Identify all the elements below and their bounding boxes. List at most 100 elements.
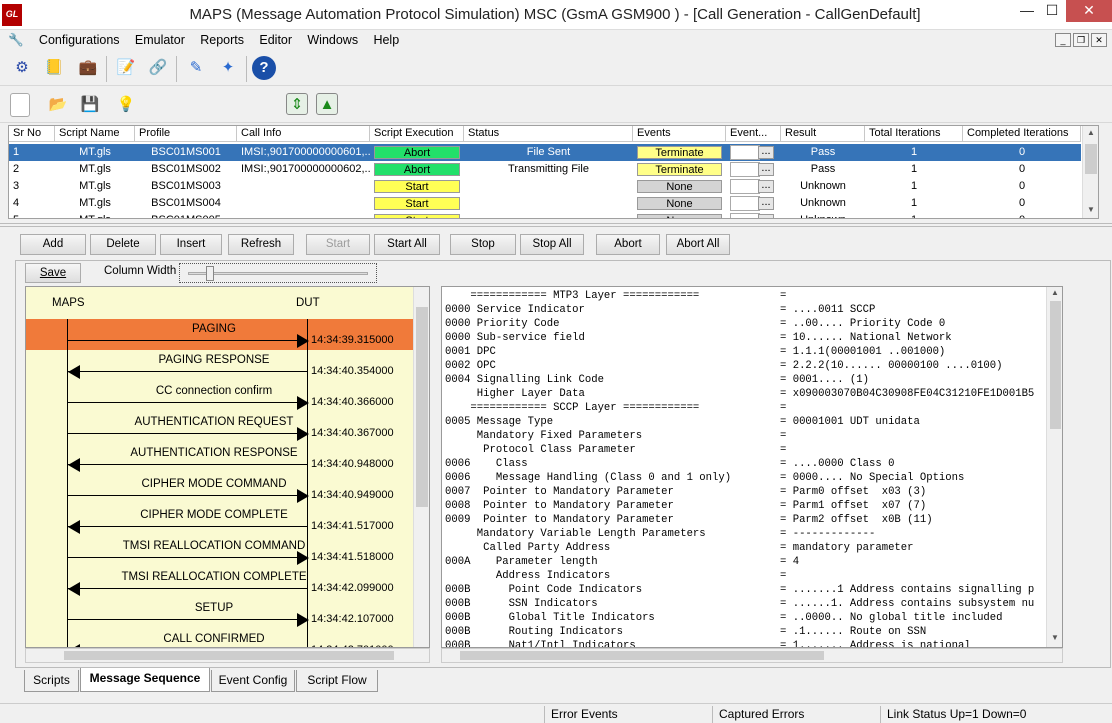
start-all-button[interactable]: Start All [374, 234, 440, 255]
decode-field-name[interactable]: 0008 Pointer to Mandatory Parameter [445, 499, 674, 513]
cell-total[interactable]: 1 [865, 178, 963, 195]
captured-errors-status[interactable]: Captured Errors [712, 706, 880, 723]
event-value-field[interactable] [730, 196, 760, 211]
link-icon[interactable]: 🔗 [146, 56, 170, 80]
sequence-message-row[interactable]: SETUP 14:34:42.107000 [26, 598, 416, 629]
sequence-message-row[interactable]: CC connection confirm 14:34:40.366000 [26, 381, 416, 412]
decode-field-name[interactable]: 000A Parameter length [445, 555, 598, 569]
grid-vertical-scrollbar[interactable]: ▲ ▼ [1082, 126, 1098, 218]
event-browse-button[interactable]: ... [758, 180, 774, 193]
cell-script[interactable]: MT.gls [55, 212, 135, 218]
menu-editor[interactable]: Editor [253, 30, 298, 50]
decode-field-value[interactable]: = 0000.... No Special Options [780, 471, 964, 485]
cell-result[interactable]: Unknown [781, 195, 865, 212]
cell-info[interactable] [237, 178, 370, 195]
decode-field-name[interactable]: 000B SSN Indicators [445, 597, 598, 611]
decode-field-value[interactable]: = ....0011 SCCP [780, 303, 875, 317]
execution-button[interactable]: Start [374, 214, 460, 218]
cell-completed[interactable]: 0 [963, 161, 1081, 178]
decode-field-name[interactable]: 0006 Class [445, 457, 528, 471]
event-browse-button[interactable]: ... [758, 146, 774, 159]
sequence-message-row[interactable]: CIPHER MODE COMMAND 14:34:40.949000 [26, 474, 416, 505]
lightbulb-icon[interactable]: 💡 [114, 93, 138, 117]
decode-field-name[interactable]: Called Party Address [445, 541, 610, 555]
insert-button[interactable]: Insert [160, 234, 222, 255]
decode-field-name[interactable]: 0007 Pointer to Mandatory Parameter [445, 485, 674, 499]
decode-field-name[interactable]: Protocol Class Parameter [445, 443, 636, 457]
delete-button[interactable]: Delete [90, 234, 156, 255]
new-file-icon[interactable] [10, 93, 30, 117]
decode-field-value[interactable]: = [780, 401, 786, 415]
event-value-field[interactable] [730, 213, 760, 218]
decode-field-name[interactable]: 0006 Message Handling (Class 0 and 1 onl… [445, 471, 731, 485]
cell-completed[interactable]: 0 [963, 178, 1081, 195]
cell-total[interactable]: 1 [865, 212, 963, 218]
decode-field-value[interactable]: = .......1 Address contains signalling p [780, 583, 1034, 597]
cell-total[interactable]: 1 [865, 195, 963, 212]
cell-status[interactable]: Transmitting File [464, 161, 633, 178]
cell-completed[interactable]: 0 [963, 212, 1081, 218]
decode-field-name[interactable]: 0000 Service Indicator [445, 303, 585, 317]
column-width-slider[interactable] [179, 263, 377, 283]
execution-button[interactable]: Abort [374, 163, 460, 176]
tab-scripts[interactable]: Scripts [24, 670, 79, 692]
decode-field-name[interactable]: ============ SCCP Layer ============ [445, 401, 699, 415]
event-button[interactable]: Terminate [637, 163, 722, 176]
mdi-restore-icon[interactable]: ❐ [1073, 33, 1089, 47]
decode-field-value[interactable]: = 00001001 UDT unidata [780, 415, 920, 429]
cell-sr[interactable]: 2 [9, 161, 55, 178]
help-icon[interactable]: ? [252, 56, 276, 80]
decode-field-name[interactable]: Mandatory Variable Length Parameters [445, 527, 706, 541]
decode-field-name[interactable]: Mandatory Fixed Parameters [445, 429, 642, 443]
decode-field-value[interactable]: = [780, 289, 786, 303]
col-header-call-info[interactable]: Call Info [237, 126, 370, 142]
col-header-profile[interactable]: Profile [135, 126, 237, 142]
decode-field-name[interactable]: 000B Point Code Indicators [445, 583, 642, 597]
cell-result[interactable]: Pass [781, 144, 865, 161]
splitter[interactable] [0, 223, 1112, 227]
sequence-vertical-scrollbar[interactable] [413, 287, 429, 647]
mdi-minimize-icon[interactable]: _ [1055, 33, 1071, 47]
decode-field-name[interactable]: 0002 OPC [445, 359, 496, 373]
decode-field-value[interactable]: = 10...... National Network [780, 331, 952, 345]
decode-field-value[interactable]: = [780, 443, 786, 457]
col-header-completed-iterations[interactable]: Completed Iterations [963, 126, 1081, 142]
decode-field-value[interactable]: = ......1. Address contains subsystem nu [780, 597, 1034, 611]
menu-icon[interactable]: 🔧 [0, 30, 30, 51]
cell-result[interactable]: Unknown [781, 212, 865, 218]
event-browse-button[interactable]: ... [758, 214, 774, 218]
execution-button[interactable]: Start [374, 197, 460, 210]
refresh-button[interactable]: Refresh [228, 234, 294, 255]
decode-field-value[interactable]: = Parm1 offset x07 (7) [780, 499, 926, 513]
cell-script[interactable]: MT.gls [55, 161, 135, 178]
decode-field-value[interactable]: = ..00.... Priority Code 0 [780, 317, 945, 331]
maximize-icon[interactable]: ☐ [1035, 0, 1069, 22]
start-button[interactable]: Start [306, 234, 370, 255]
sequence-message-row[interactable]: AUTHENTICATION RESPONSE 14:34:40.948000 [26, 443, 416, 474]
event-button[interactable]: None [637, 180, 722, 193]
decode-field-name[interactable]: Address Indicators [445, 569, 610, 583]
col-header-status[interactable]: Status [464, 126, 633, 142]
cell-profile[interactable]: BSC01MS001 [135, 144, 237, 161]
execution-button[interactable]: Start [374, 180, 460, 193]
tab-message-sequence[interactable]: Message Sequence [80, 668, 210, 692]
decode-field-value[interactable]: = mandatory parameter [780, 541, 914, 555]
decode-field-value[interactable]: = Parm2 offset x0B (11) [780, 513, 933, 527]
decode-field-value[interactable]: = 2.2.2(10...... 00000100 ....0100) [780, 359, 1003, 373]
cell-script[interactable]: MT.gls [55, 178, 135, 195]
event-value-field[interactable] [730, 162, 760, 177]
col-header-total-iterations[interactable]: Total Iterations [865, 126, 963, 142]
detail-vertical-scrollbar[interactable]: ▲ ▼ [1046, 287, 1062, 647]
decode-field-name[interactable]: 0004 Signalling Link Code [445, 373, 604, 387]
execution-button[interactable]: Abort [374, 146, 460, 159]
col-header-result[interactable]: Result [781, 126, 865, 142]
cell-sr[interactable]: 3 [9, 178, 55, 195]
save-sequence-button[interactable]: Save [25, 263, 81, 283]
error-events-status[interactable]: Error Events [544, 706, 712, 723]
sequence-message-row[interactable]: CALL CONFIRMED14:34:42.701000 [26, 629, 416, 647]
event-browse-button[interactable]: ... [758, 197, 774, 210]
sequence-message-row[interactable]: TMSI REALLOCATION COMMAND 14:34:41.518000 [26, 536, 416, 567]
decode-field-name[interactable]: 0009 Pointer to Mandatory Parameter [445, 513, 674, 527]
add-button[interactable]: Add [20, 234, 86, 255]
stop-all-button[interactable]: Stop All [520, 234, 584, 255]
